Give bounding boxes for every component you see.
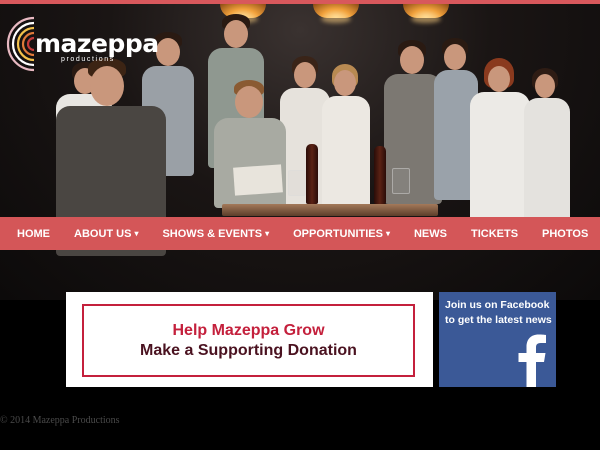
- chevron-down-icon: ▾: [265, 229, 270, 238]
- facebook-line2: to get the latest news: [445, 314, 552, 326]
- stage-table: [222, 204, 438, 216]
- nav-shows-events[interactable]: SHOWS & EVENTS ▾: [162, 228, 269, 240]
- donation-banner: Help Mazeppa Grow Make a Supporting Dona…: [66, 292, 433, 387]
- logo-wordmark: mazeppa: [35, 29, 159, 58]
- script-paper: [233, 164, 283, 196]
- glass: [288, 170, 306, 196]
- main-nav: HOME ABOUT US ▾ SHOWS & EVENTS ▾ OPPORTU…: [0, 217, 600, 250]
- hero-stage-photo: mazeppa productions: [0, 0, 600, 300]
- nav-label: OPPORTUNITIES: [293, 227, 383, 240]
- top-accent-line: [0, 0, 600, 4]
- cola-bottle: [374, 146, 386, 204]
- nav-opportunities[interactable]: OPPORTUNITIES ▾: [293, 228, 390, 240]
- nav-label: SHOWS & EVENTS: [162, 227, 263, 240]
- donate-headline: Help Mazeppa Grow: [172, 321, 325, 339]
- nav-label: NEWS: [413, 227, 447, 240]
- logo-subtitle: productions: [61, 56, 115, 63]
- copyright-text: © 2014 Mazeppa Productions: [0, 415, 120, 426]
- donate-button[interactable]: Help Mazeppa Grow Make a Supporting Dona…: [82, 304, 415, 377]
- chevron-down-icon: ▾: [134, 229, 139, 238]
- nav-label: ABOUT US: [74, 227, 132, 240]
- nav-photos[interactable]: PHOTOS: [542, 228, 588, 240]
- facebook-line1: Join us on Facebook: [445, 299, 550, 311]
- nav-tickets[interactable]: TICKETS: [471, 228, 518, 240]
- stage-lamp: [313, 4, 359, 18]
- facebook-text: Join us on Facebook to get the latest ne…: [445, 298, 552, 328]
- facebook-promo[interactable]: Join us on Facebook to get the latest ne…: [439, 292, 556, 387]
- nav-label: HOME: [17, 227, 50, 240]
- stage-lamp: [403, 4, 449, 18]
- glass: [392, 168, 410, 194]
- nav-label: TICKETS: [470, 227, 519, 240]
- cola-bottle: [306, 144, 318, 204]
- nav-news[interactable]: NEWS: [414, 228, 447, 240]
- nav-label: PHOTOS: [542, 227, 589, 240]
- nav-about-us[interactable]: ABOUT US ▾: [74, 228, 138, 240]
- nav-home[interactable]: HOME: [17, 228, 50, 240]
- donate-subline: Make a Supporting Donation: [140, 341, 357, 359]
- chevron-down-icon: ▾: [385, 229, 390, 238]
- mazeppa-logo[interactable]: mazeppa productions: [4, 12, 159, 76]
- facebook-f-icon: [518, 334, 546, 387]
